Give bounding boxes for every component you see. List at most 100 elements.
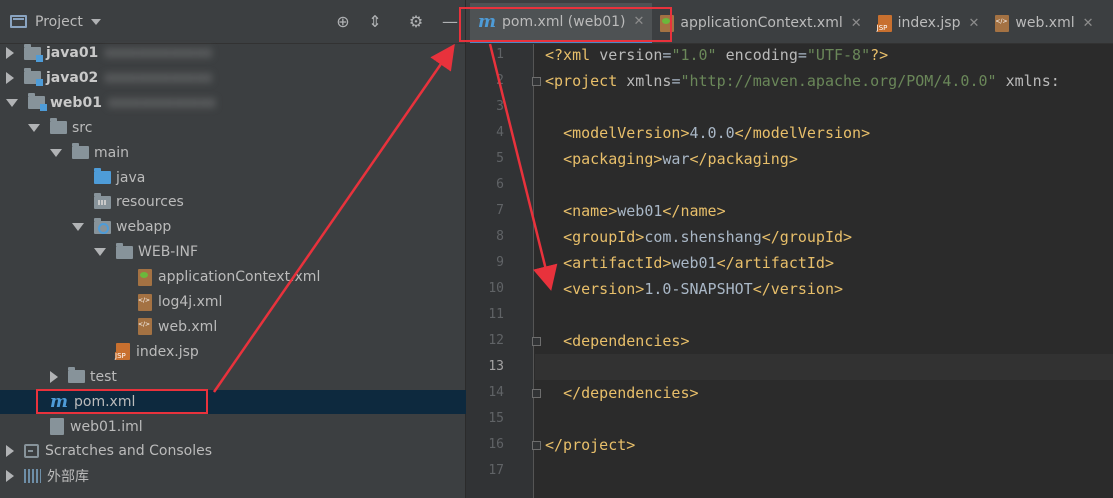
tree-item[interactable]: main bbox=[0, 141, 466, 165]
chevron-right-icon[interactable] bbox=[6, 470, 14, 483]
project-view-icon bbox=[10, 15, 27, 28]
code-token: <name> bbox=[563, 202, 618, 220]
code-line: </dependencies> bbox=[535, 380, 1113, 406]
line-number: 14 bbox=[488, 385, 504, 400]
chevron-right-icon[interactable] bbox=[50, 370, 58, 383]
code-token: <version> bbox=[563, 280, 645, 298]
code-line: <name>web01</name> bbox=[535, 198, 1113, 224]
chevron-down-icon[interactable] bbox=[90, 18, 101, 25]
tree-item-label: WEB-INF bbox=[138, 244, 198, 261]
tree-item[interactable]: java bbox=[0, 166, 466, 190]
tree-item-label: java02 bbox=[46, 69, 99, 86]
tree-item[interactable]: applicationContext.xml bbox=[0, 265, 466, 289]
line-number: 8 bbox=[496, 229, 504, 244]
web-folder-icon bbox=[94, 217, 111, 234]
module-folder-icon bbox=[24, 68, 43, 87]
resources-folder-icon bbox=[94, 192, 111, 209]
gear-icon[interactable]: ⚙ bbox=[406, 12, 426, 32]
code-token: <packaging> bbox=[563, 150, 663, 168]
editor-tab[interactable]: applicationContext.xml ✕ bbox=[652, 3, 869, 43]
code-token: </groupId> bbox=[761, 228, 853, 246]
tree-item[interactable]: web01 xxxxxxxxxxxxx bbox=[0, 91, 466, 115]
line-number: 12 bbox=[488, 333, 504, 348]
tree-item[interactable]: java02 xxxxxxxxxxxxx bbox=[0, 66, 466, 90]
libraries-icon bbox=[24, 469, 41, 484]
code-line: <version>1.0-SNAPSHOT</version> bbox=[535, 276, 1113, 302]
jsp-file-icon bbox=[876, 14, 892, 32]
line-number: 17 bbox=[488, 463, 504, 478]
code-token: "UTF-8" bbox=[806, 46, 871, 64]
code-token: <modelVersion> bbox=[563, 124, 690, 142]
project-panel-title[interactable]: Project bbox=[35, 14, 83, 30]
tree-item[interactable]: src bbox=[0, 116, 466, 140]
tree-item[interactable]: WEB-INF bbox=[0, 240, 466, 264]
code-token: web01 bbox=[671, 254, 717, 272]
tree-item[interactable]: test bbox=[0, 365, 466, 389]
code-token: </version> bbox=[752, 280, 844, 298]
tree-item-label: webapp bbox=[116, 219, 172, 236]
chevron-right-icon[interactable] bbox=[6, 445, 14, 458]
code-token: <project bbox=[545, 72, 627, 90]
tree-item[interactable]: web01.iml bbox=[0, 415, 466, 439]
hide-panel-icon[interactable]: — bbox=[440, 12, 460, 32]
editor-tab[interactable]: index.jsp ✕ bbox=[870, 3, 988, 43]
chevron-right-icon[interactable] bbox=[6, 71, 14, 84]
code-token: <?xml bbox=[545, 46, 600, 64]
blurred-path: xxxxxxxxxxxxx bbox=[104, 69, 213, 86]
editor-tab[interactable]: web.xml ✕ bbox=[987, 3, 1101, 43]
tree-item[interactable]: web.xml bbox=[0, 315, 466, 339]
tree-item[interactable]: log4j.xml bbox=[0, 290, 466, 314]
web-xml-file-icon bbox=[995, 14, 1010, 32]
code-token: com.shenshang bbox=[644, 228, 762, 246]
line-number: 6 bbox=[496, 177, 504, 192]
tree-item[interactable]: Scratches and Consoles bbox=[0, 439, 466, 463]
tree-item-label: index.jsp bbox=[136, 343, 199, 360]
jsp-file-icon bbox=[115, 343, 130, 361]
code-view[interactable]: <?xml version="1.0" encoding="UTF-8"?> <p… bbox=[535, 44, 1113, 498]
editor-area: m pom.xml (web01) ✕ applicationContext.xml ✕… bbox=[466, 0, 1113, 498]
tree-item-label: applicationContext.xml bbox=[158, 269, 321, 286]
code-token: xmlns bbox=[626, 72, 672, 90]
tree-item[interactable]: java01 xxxxxxxxxxxxx bbox=[0, 41, 466, 65]
chevron-down-icon[interactable] bbox=[94, 248, 106, 257]
close-icon[interactable]: ✕ bbox=[851, 16, 862, 31]
chevron-down-icon[interactable] bbox=[6, 98, 18, 107]
code-token: web01 bbox=[617, 202, 663, 220]
code-line: </project> bbox=[535, 432, 1113, 458]
close-icon[interactable]: ✕ bbox=[968, 16, 979, 31]
code-token: xmlns: bbox=[1005, 72, 1060, 90]
line-number: 13 bbox=[488, 359, 504, 374]
locate-target-icon[interactable]: ⊕ bbox=[333, 12, 353, 32]
close-icon[interactable]: ✕ bbox=[1083, 16, 1094, 31]
chevron-down-icon[interactable] bbox=[28, 123, 40, 132]
code-token: <groupId> bbox=[563, 228, 645, 246]
tree-item-label: java bbox=[116, 169, 146, 186]
annotation-box-pom bbox=[36, 389, 208, 414]
tree-item-label: main bbox=[94, 144, 129, 161]
tree-item[interactable]: 外部库 bbox=[0, 464, 466, 488]
project-panel: Project ⊕ ⇕ ⚙ — java01 xxxxxxxxxxxxx java0… bbox=[0, 0, 466, 498]
code-token: ?> bbox=[870, 46, 889, 64]
folder-icon bbox=[68, 367, 85, 384]
code-line: <groupId>com.shenshang</groupId> bbox=[535, 224, 1113, 250]
tree-item-label: log4j.xml bbox=[158, 294, 223, 310]
code-token: </project> bbox=[545, 436, 636, 454]
tree-item[interactable]: index.jsp bbox=[0, 340, 466, 364]
chevron-right-icon[interactable] bbox=[6, 47, 14, 59]
line-number: 3 bbox=[496, 99, 504, 114]
chevron-down-icon[interactable] bbox=[50, 148, 62, 157]
collapse-all-icon[interactable]: ⇕ bbox=[365, 12, 385, 32]
tree-item[interactable]: resources bbox=[0, 190, 466, 214]
code-token: <dependencies> bbox=[563, 332, 690, 350]
code-token: 1.0-SNAPSHOT bbox=[644, 280, 753, 298]
blurred-path: xxxxxxxxxxxxx bbox=[104, 45, 213, 61]
chevron-down-icon[interactable] bbox=[72, 223, 84, 232]
tree-item[interactable]: webapp bbox=[0, 215, 466, 239]
